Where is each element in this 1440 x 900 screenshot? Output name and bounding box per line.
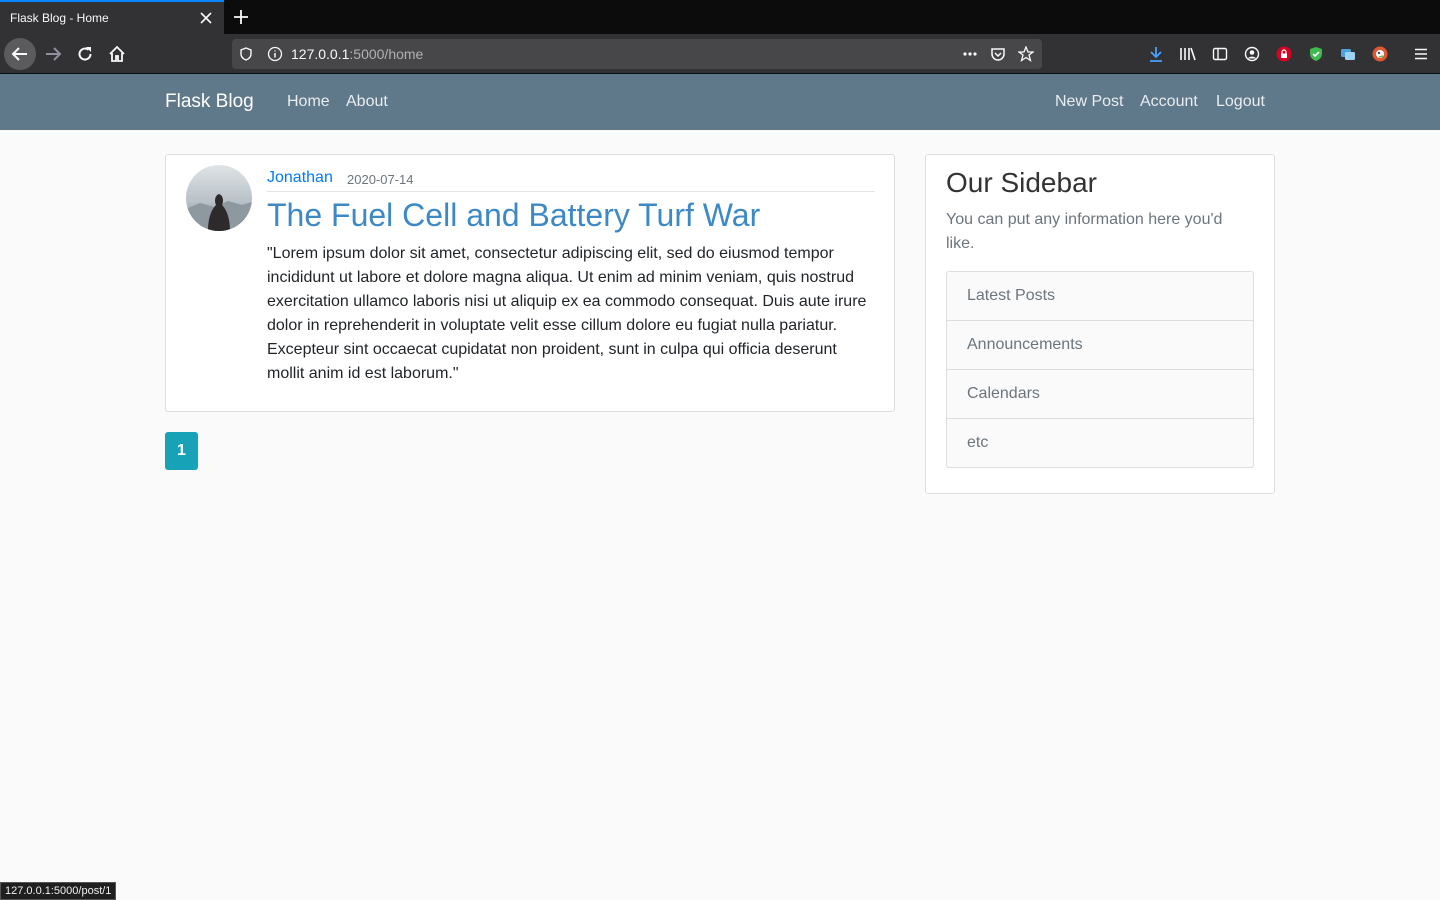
- new-tab-icon[interactable]: [228, 4, 254, 30]
- sidebar-card: Our Sidebar You can put any information …: [925, 154, 1275, 494]
- nav-account-link[interactable]: Account: [1140, 93, 1198, 111]
- library-icon[interactable]: [1179, 45, 1197, 63]
- sidebar-list: Latest Posts Announcements Calendars etc: [946, 271, 1254, 468]
- brand-link[interactable]: Flask Blog: [165, 91, 254, 113]
- sidebar-item-calendars[interactable]: Calendars: [947, 369, 1253, 418]
- duckduckgo-icon[interactable]: [1371, 45, 1389, 63]
- shield-extension-icon[interactable]: [1307, 45, 1325, 63]
- forward-icon[interactable]: [37, 38, 69, 70]
- sidebar-item-announcements[interactable]: Announcements: [947, 320, 1253, 369]
- status-bar-url: 127.0.0.1:5000/post/1: [0, 882, 117, 900]
- post-date: 2020-07-14: [347, 172, 414, 187]
- pocket-icon[interactable]: [990, 46, 1006, 62]
- reload-icon[interactable]: [69, 38, 101, 70]
- nav-logout-link[interactable]: Logout: [1216, 93, 1265, 111]
- nav-about-link[interactable]: About: [346, 93, 388, 111]
- site-info-icon[interactable]: [267, 46, 283, 62]
- tab-title: Flask Blog - Home: [10, 11, 109, 25]
- close-tab-icon[interactable]: [198, 10, 214, 26]
- sidebar-description: You can put any information here you'd l…: [946, 211, 1223, 252]
- author-avatar: [186, 165, 252, 231]
- sidebar-title: Our Sidebar: [946, 167, 1097, 198]
- downloads-icon[interactable]: [1147, 45, 1165, 63]
- site-navbar: Flask Blog Home About New Post Account L…: [0, 74, 1440, 130]
- browser-toolbar: 127.0.0.1:5000/home: [0, 34, 1440, 74]
- sidebar-item-etc[interactable]: etc: [947, 418, 1253, 467]
- home-icon[interactable]: [101, 38, 133, 70]
- post-meta: Jonathan 2020-07-14: [267, 168, 875, 192]
- bookmark-star-icon[interactable]: [1018, 46, 1034, 62]
- back-icon[interactable]: [4, 38, 36, 70]
- url-host: 127.0.0.1: [291, 46, 350, 62]
- browser-tab[interactable]: Flask Blog - Home: [0, 0, 224, 34]
- pagination-page-1-button[interactable]: 1: [165, 432, 198, 470]
- post-author-link[interactable]: Jonathan: [267, 169, 333, 187]
- url-path: :5000/home: [349, 46, 424, 62]
- menu-icon[interactable]: [1412, 45, 1430, 63]
- account-icon[interactable]: [1243, 45, 1261, 63]
- post-card: Jonathan 2020-07-14 The Fuel Cell and Ba…: [165, 154, 895, 412]
- translate-extension-icon[interactable]: [1339, 45, 1357, 63]
- nav-home-link[interactable]: Home: [287, 93, 330, 111]
- sidebar-toggle-icon[interactable]: [1211, 45, 1229, 63]
- nav-new-post-link[interactable]: New Post: [1055, 93, 1123, 111]
- post-body: "Lorem ipsum dolor sit amet, consectetur…: [267, 245, 867, 382]
- tracking-shield-icon[interactable]: [238, 46, 254, 62]
- url-bar[interactable]: 127.0.0.1:5000/home: [232, 39, 1042, 69]
- sidebar-item-latest-posts[interactable]: Latest Posts: [947, 272, 1253, 320]
- lock-extension-icon[interactable]: [1275, 45, 1293, 63]
- url-text: 127.0.0.1:5000/home: [291, 46, 423, 62]
- browser-tab-bar: Flask Blog - Home: [0, 0, 1440, 34]
- post-title-link[interactable]: The Fuel Cell and Battery Turf War: [267, 197, 760, 234]
- page-actions-icon[interactable]: [962, 46, 978, 62]
